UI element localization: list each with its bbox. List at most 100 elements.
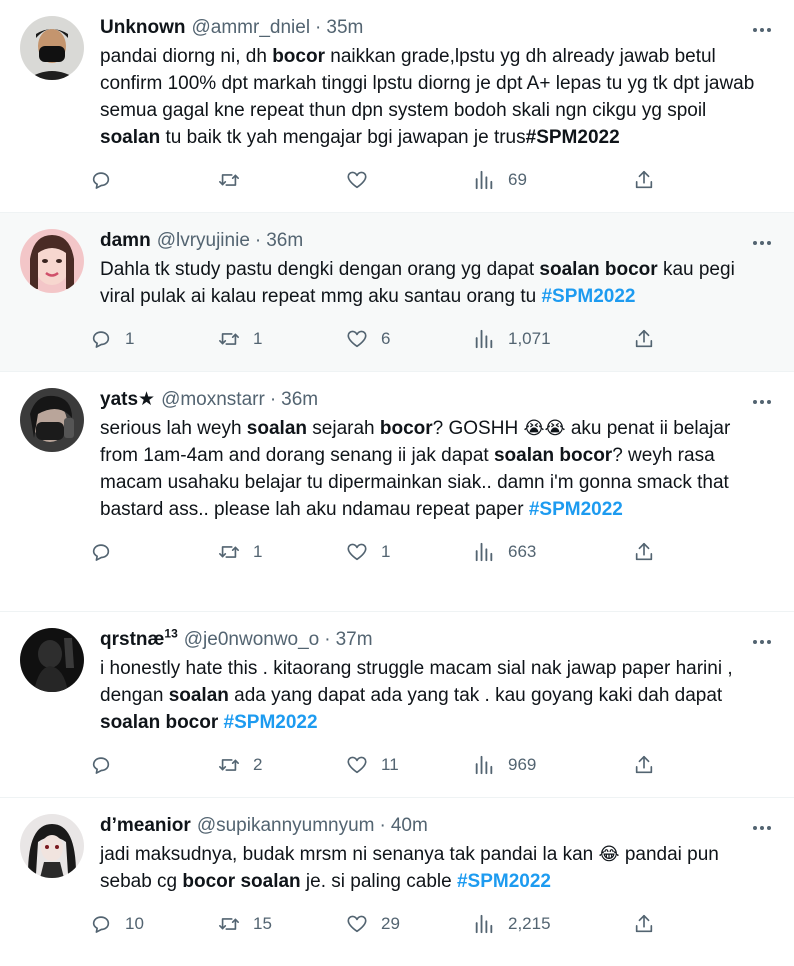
retweet-count: 1 (253, 329, 263, 348)
tweet-header: yats★ @moxnstarr · 36m (100, 388, 770, 412)
retweet-button[interactable]: 1 (218, 328, 346, 350)
retweet-icon (219, 546, 239, 558)
retweet-button[interactable]: 15 (218, 913, 346, 935)
avatar[interactable] (20, 388, 84, 452)
share-button[interactable] (633, 754, 655, 776)
hashtag-link[interactable]: #SPM2022 (457, 871, 551, 892)
more-options-button[interactable] (750, 18, 774, 42)
display-name[interactable]: Unknown (100, 16, 186, 40)
avatar[interactable] (20, 229, 84, 293)
display-name[interactable]: damn (100, 229, 151, 253)
reply-button[interactable] (90, 541, 218, 563)
like-button[interactable]: 29 (346, 913, 473, 935)
more-options-button[interactable] (750, 630, 774, 654)
bold-text: bocor soalan (182, 871, 301, 892)
share-button[interactable] (633, 169, 655, 191)
views-button[interactable]: 969 (473, 754, 633, 776)
text-segment: jadi maksudnya, budak mrsm ni senanya ta… (100, 844, 599, 865)
reply-icon (92, 172, 110, 189)
bold-text: bocor (379, 418, 433, 439)
timestamp[interactable]: 36m (266, 229, 303, 253)
views-button[interactable]: 69 (473, 169, 633, 191)
timestamp[interactable]: 40m (391, 814, 428, 838)
user-handle[interactable]: @je0nwonwo_o (184, 628, 320, 652)
tweet-actions: 1 1 6 1,071 (90, 328, 770, 350)
like-button[interactable]: 6 (346, 328, 473, 350)
bold-text: soalan (100, 127, 161, 148)
text-segment: pandai diorng ni, dh (100, 46, 273, 67)
views-button[interactable]: 2,215 (473, 913, 633, 935)
like-button[interactable] (346, 169, 473, 191)
share-icon (635, 914, 653, 933)
text-segment: serious lah weyh (100, 418, 247, 439)
share-icon (635, 755, 653, 774)
hashtag-link[interactable]: #SPM2022 (224, 712, 318, 733)
user-handle[interactable]: @ammr_dniel (192, 16, 311, 40)
display-name[interactable]: qrstnæ13 (100, 628, 178, 652)
more-options-button[interactable] (750, 231, 774, 255)
reply-button[interactable]: 10 (90, 913, 218, 935)
tweet-header: d’meanior @supikannyumnyum · 40m (100, 814, 770, 838)
tweet-actions: 69 (90, 169, 770, 191)
avatar[interactable] (20, 16, 84, 80)
reply-button[interactable]: 1 (90, 328, 218, 350)
timestamp[interactable]: 35m (326, 16, 363, 40)
retweet-button[interactable] (218, 169, 346, 191)
reply-button[interactable] (90, 169, 218, 191)
share-button[interactable] (633, 328, 655, 350)
share-button[interactable] (633, 541, 655, 563)
timestamp[interactable]: 36m (281, 388, 318, 412)
tweet-text: serious lah weyh soalan sejarah bocor? G… (100, 415, 770, 523)
user-handle[interactable]: @moxnstarr (161, 388, 265, 412)
retweet-icon (219, 333, 239, 345)
hashtag-link[interactable]: #SPM2022 (529, 499, 623, 520)
tweet[interactable]: qrstnæ13 @je0nwonwo_o · 37m i honestly h… (0, 612, 794, 798)
reply-count: 1 (125, 329, 135, 348)
tweet[interactable]: damn @lvryujinie · 36m Dahla tk study pa… (0, 213, 794, 372)
share-icon (635, 329, 653, 348)
views-icon (475, 329, 493, 349)
like-count: 1 (381, 542, 391, 561)
more-icon (753, 826, 771, 830)
more-icon (753, 400, 771, 404)
share-button[interactable] (633, 913, 655, 935)
retweet-button[interactable]: 2 (218, 754, 346, 776)
tweet-header: damn @lvryujinie · 36m (100, 229, 770, 253)
retweet-count: 15 (253, 914, 272, 933)
tweet-actions: 1 1 663 (90, 541, 770, 563)
timestamp[interactable]: 37m (336, 628, 373, 652)
tweet[interactable]: d’meanior @supikannyumnyum · 40m jadi ma… (0, 798, 794, 966)
share-icon (635, 542, 653, 561)
view-count: 1,071 (508, 329, 551, 348)
bold-text: #SPM2022 (525, 127, 620, 148)
heart-icon (347, 915, 367, 933)
retweet-button[interactable]: 1 (218, 541, 346, 563)
tweet-text: pandai diorng ni, dh bocor naikkan grade… (100, 43, 770, 151)
user-handle[interactable]: @lvryujinie (157, 229, 250, 253)
avatar[interactable] (20, 628, 84, 692)
retweet-icon (219, 174, 239, 186)
tweet[interactable]: yats★ @moxnstarr · 36m serious lah weyh … (0, 372, 794, 612)
display-name[interactable]: d’meanior (100, 814, 191, 838)
separator-dot: · (269, 389, 277, 410)
user-handle[interactable]: @supikannyumnyum (197, 814, 375, 838)
more-options-button[interactable] (750, 390, 774, 414)
reply-button[interactable] (90, 754, 218, 776)
hashtag-link[interactable]: #SPM2022 (541, 286, 635, 307)
views-icon (475, 542, 493, 562)
tweet[interactable]: Unknown @ammr_dniel · 35m pandai diorng … (0, 0, 794, 213)
separator-dot: · (254, 230, 262, 251)
reply-icon (92, 544, 110, 561)
bold-text: soalan bocor (493, 445, 613, 466)
text-segment: je. si paling cable (300, 871, 457, 892)
more-options-button[interactable] (750, 816, 774, 840)
view-count: 663 (508, 542, 537, 561)
views-button[interactable]: 663 (473, 541, 633, 563)
like-count: 11 (381, 755, 399, 774)
views-button[interactable]: 1,071 (473, 328, 633, 350)
like-button[interactable]: 11 (346, 754, 473, 776)
tweet-text: Dahla tk study pastu dengki dengan orang… (100, 256, 770, 310)
like-button[interactable]: 1 (346, 541, 473, 563)
display-name[interactable]: yats★ (100, 388, 155, 412)
avatar[interactable] (20, 814, 84, 878)
